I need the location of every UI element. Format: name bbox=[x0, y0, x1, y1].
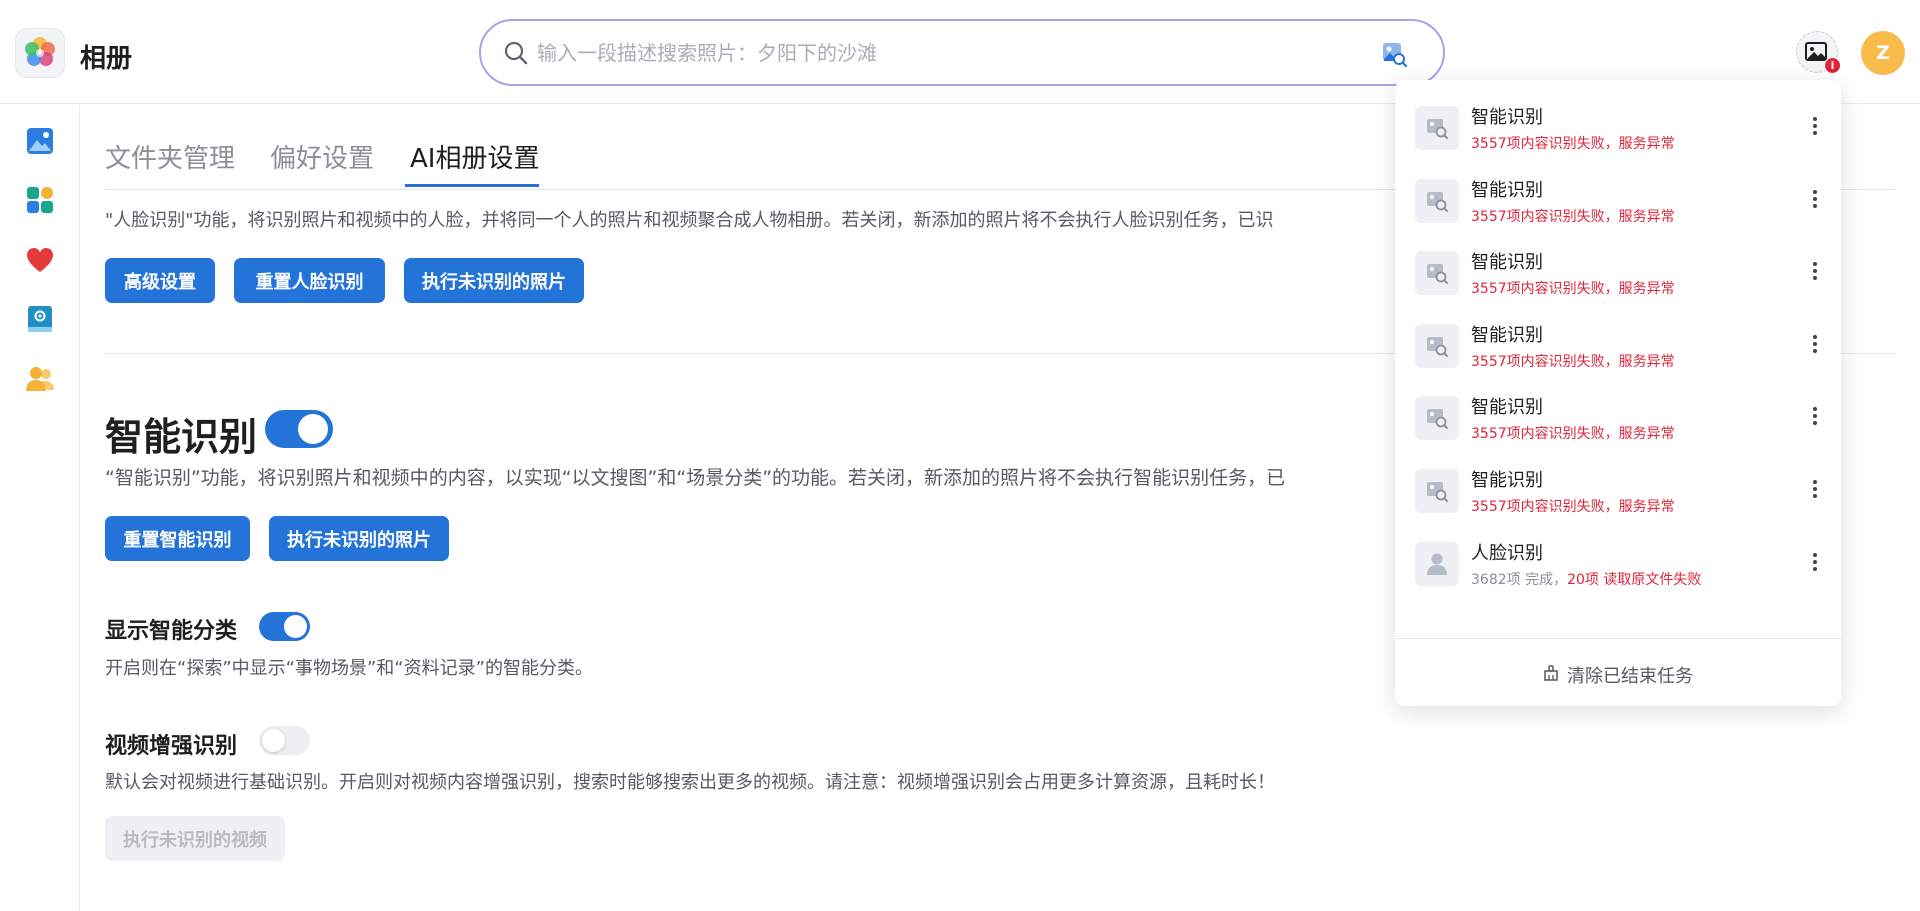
toggle-knob bbox=[298, 414, 328, 444]
task-status-failed: 20项 读取原文件失败 bbox=[1567, 572, 1702, 588]
albums-icon[interactable] bbox=[25, 185, 55, 215]
video-enhanced-recognition-title: 视频增强识别 bbox=[105, 734, 238, 759]
task-item-face[interactable]: 人脸识别 3682项 完成，20项 读取原文件失败 bbox=[1415, 537, 1825, 597]
advanced-settings-button[interactable]: 高级设置 bbox=[105, 258, 215, 303]
image-search-task-icon bbox=[1415, 396, 1459, 440]
smart-recognition-title: 智能识别 bbox=[105, 415, 258, 459]
photos-icon[interactable] bbox=[25, 126, 55, 156]
image-search-task-icon bbox=[1415, 251, 1459, 295]
favorites-icon[interactable] bbox=[25, 245, 55, 275]
face-recognition-description: "人脸识别"功能，将识别照片和视频中的人脸，并将同一个人的照片和视频聚合成人物相… bbox=[105, 210, 1274, 231]
image-search-task-icon bbox=[1415, 324, 1459, 368]
task-title: 人脸识别 bbox=[1471, 543, 1543, 564]
image-search-icon[interactable] bbox=[1381, 41, 1408, 71]
clear-finished-tasks-label: 清除已结束任务 bbox=[1567, 666, 1693, 687]
task-status-complete: 3682项 完成， bbox=[1471, 572, 1568, 588]
task-badge: i bbox=[1824, 57, 1841, 74]
task-item-smart-4[interactable]: 智能识别 3557项内容识别失败，服务异常 bbox=[1415, 319, 1825, 379]
clear-finished-tasks-button[interactable]: 清除已结束任务 bbox=[1395, 660, 1841, 690]
active-tab-indicator bbox=[405, 184, 539, 187]
image-search-task-icon bbox=[1415, 106, 1459, 150]
reset-face-recognition-button[interactable]: 重置人脸识别 bbox=[234, 258, 385, 303]
task-item-smart-3[interactable]: 智能识别 3557项内容识别失败，服务异常 bbox=[1415, 246, 1825, 306]
task-title: 智能识别 bbox=[1471, 180, 1543, 201]
app-logo bbox=[15, 28, 65, 78]
task-title: 智能识别 bbox=[1471, 107, 1543, 128]
smart-recognition-toggle[interactable] bbox=[265, 410, 333, 448]
settings-book-icon[interactable] bbox=[25, 304, 55, 334]
search-input[interactable] bbox=[537, 35, 1337, 71]
more-options-icon[interactable] bbox=[1805, 549, 1825, 575]
task-title: 智能识别 bbox=[1471, 397, 1543, 418]
task-item-smart-1[interactable]: 智能识别 3557项内容识别失败，服务异常 bbox=[1415, 101, 1825, 161]
task-title: 智能识别 bbox=[1471, 470, 1543, 491]
task-title: 智能识别 bbox=[1471, 325, 1543, 346]
image-search-task-icon bbox=[1415, 469, 1459, 513]
task-list-button[interactable]: i bbox=[1796, 31, 1841, 74]
task-status: 3557项内容识别失败，服务异常 bbox=[1471, 281, 1675, 297]
task-title: 智能识别 bbox=[1471, 252, 1543, 273]
process-unrecognized-photos-face-button[interactable]: 执行未识别的照片 bbox=[404, 258, 584, 303]
image-search-task-icon bbox=[1415, 179, 1459, 223]
task-status: 3557项内容识别失败，服务异常 bbox=[1471, 136, 1675, 152]
more-options-icon[interactable] bbox=[1805, 258, 1825, 284]
search-icon bbox=[503, 40, 529, 70]
toggle-knob bbox=[284, 615, 307, 638]
search-bar[interactable] bbox=[479, 19, 1445, 86]
more-options-icon[interactable] bbox=[1805, 113, 1825, 139]
task-item-smart-2[interactable]: 智能识别 3557项内容识别失败，服务异常 bbox=[1415, 174, 1825, 234]
smart-recognition-description: “智能识别”功能，将识别照片和视频中的内容，以实现“以文搜图”和“场景分类”的功… bbox=[105, 467, 1286, 489]
user-avatar[interactable]: Z bbox=[1861, 31, 1905, 75]
app-title: 相册 bbox=[80, 44, 133, 74]
task-status: 3682项 完成，20项 读取原文件失败 bbox=[1471, 569, 1701, 589]
more-options-icon[interactable] bbox=[1805, 186, 1825, 212]
broom-icon bbox=[1543, 664, 1559, 686]
video-enhanced-toggle[interactable] bbox=[259, 726, 310, 755]
sidebar bbox=[0, 105, 80, 911]
smart-classification-toggle[interactable] bbox=[259, 612, 310, 641]
task-list-panel: 智能识别 3557项内容识别失败，服务异常 智能识别 3557项内容识别失败，服… bbox=[1395, 80, 1841, 706]
more-options-icon[interactable] bbox=[1805, 331, 1825, 357]
task-item-smart-5[interactable]: 智能识别 3557项内容识别失败，服务异常 bbox=[1415, 391, 1825, 451]
task-status: 3557项内容识别失败，服务异常 bbox=[1471, 426, 1675, 442]
task-item-smart-6[interactable]: 智能识别 3557项内容识别失败，服务异常 bbox=[1415, 464, 1825, 524]
flower-logo-icon bbox=[25, 37, 55, 66]
task-status: 3557项内容识别失败，服务异常 bbox=[1471, 209, 1675, 225]
task-status: 3557项内容识别失败，服务异常 bbox=[1471, 499, 1675, 515]
people-icon[interactable] bbox=[25, 364, 55, 394]
video-enhanced-description: 默认会对视频进行基础识别。开启则对视频内容增强识别，搜索时能够搜索出更多的视频。… bbox=[105, 772, 1275, 793]
process-unrecognized-photos-smart-button[interactable]: 执行未识别的照片 bbox=[269, 516, 449, 561]
person-task-icon bbox=[1415, 542, 1459, 586]
more-options-icon[interactable] bbox=[1805, 476, 1825, 502]
panel-divider bbox=[1395, 638, 1841, 639]
more-options-icon[interactable] bbox=[1805, 403, 1825, 429]
tab-preferences[interactable]: 偏好设置 bbox=[270, 138, 374, 175]
smart-classification-description: 开启则在“探索”中显示“事物场景”和“资料记录”的智能分类。 bbox=[105, 658, 593, 679]
process-unrecognized-videos-button[interactable]: 执行未识别的视频 bbox=[105, 816, 285, 861]
show-smart-classification-title: 显示智能分类 bbox=[105, 619, 238, 644]
reset-smart-recognition-button[interactable]: 重置智能识别 bbox=[105, 516, 250, 561]
tab-ai-album-settings[interactable]: AI相册设置 bbox=[410, 138, 539, 175]
toggle-knob bbox=[262, 729, 285, 752]
tab-folder-management[interactable]: 文件夹管理 bbox=[105, 138, 235, 175]
task-status: 3557项内容识别失败，服务异常 bbox=[1471, 354, 1675, 370]
